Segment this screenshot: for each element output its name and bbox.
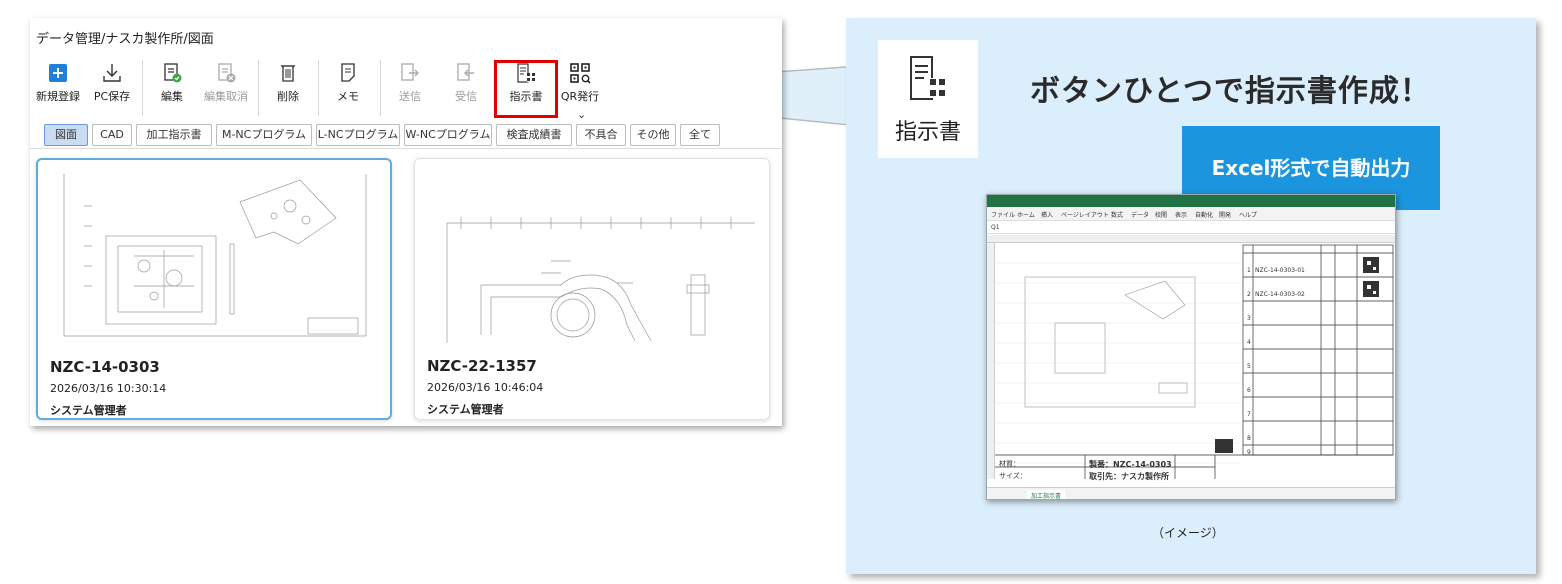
add-icon [49, 64, 67, 82]
card-title: NZC-22-1357 [427, 357, 537, 375]
send-button[interactable]: 送信 [384, 62, 436, 104]
edit-check-icon [164, 63, 182, 83]
ribbon-tab[interactable]: 開発 [1219, 210, 1231, 219]
download-icon [103, 64, 121, 82]
instruction-qr-icon [910, 56, 946, 100]
row-number: 6 [1247, 387, 1251, 394]
ribbon-tab[interactable]: ヘルプ [1239, 210, 1257, 219]
ribbon-tab[interactable]: 挿入 [1041, 210, 1053, 219]
receive-button[interactable]: 受信 [440, 62, 492, 104]
footer-part-number: 製番：NZC-14-0303 [1089, 460, 1172, 469]
toolbar-label: 受信 [455, 90, 477, 103]
memo-button[interactable]: メモ [322, 62, 374, 104]
toolbar-divider [318, 60, 319, 116]
tab-defect[interactable]: 不具合 [576, 124, 626, 146]
toolbar-divider [258, 60, 259, 116]
tab-drawing[interactable]: 図面 [44, 124, 88, 146]
instruction-button-highlight [494, 60, 558, 118]
row-number: 8 [1247, 435, 1251, 442]
new-register-button[interactable]: 新規登録 [32, 62, 84, 104]
sheet-grid [995, 244, 1394, 479]
tab-processing-instruction[interactable]: 加工指示書 [136, 124, 212, 146]
toolbar-label: 削除 [277, 90, 299, 103]
image-caption: （イメージ） [1152, 526, 1224, 540]
ribbon-tab[interactable]: 表示 [1175, 210, 1187, 219]
ribbon-tab[interactable]: データ [1131, 210, 1149, 219]
send-icon [401, 63, 419, 81]
tab-l-nc-program[interactable]: L-NCプログラム [316, 124, 400, 146]
toolbar-label: メモ [337, 90, 359, 103]
row-number: 4 [1247, 339, 1251, 346]
tab-all[interactable]: 全て [680, 124, 720, 146]
toolbar-divider [380, 60, 381, 116]
sheet-tab[interactable]: 加工指示書 [1027, 490, 1066, 499]
app-window: データ管理/ナスカ製作所/図面 新規登録 PC保存 編集 編集取消 削除 メモ … [30, 18, 782, 426]
toolbar-label: QR発行 [560, 90, 600, 103]
footer-material: 材質： [999, 460, 1020, 468]
headline: ボタンひとつで指示書作成！ [1030, 74, 1431, 109]
card-user: システム管理者 [50, 404, 127, 417]
ribbon-tab[interactable]: ページレイアウト [1061, 210, 1109, 219]
ribbon-tab[interactable]: 校閲 [1155, 210, 1167, 219]
tab-m-nc-program[interactable]: M-NCプログラム [216, 124, 312, 146]
row-headers [987, 243, 995, 479]
row-number: 5 [1247, 363, 1251, 370]
ribbon-tab[interactable]: ファイル [991, 210, 1015, 219]
toolbar-label: 新規登録 [36, 90, 80, 103]
row-number: 2 [1247, 291, 1251, 298]
row-number: 7 [1247, 411, 1251, 418]
ribbon-tab[interactable]: 数式 [1111, 210, 1123, 219]
toolbar-divider [142, 60, 143, 116]
excel-titlebar [987, 195, 1395, 207]
card-title: NZC-14-0303 [50, 358, 160, 376]
list-code: NZC-14-0303-02 [1255, 291, 1305, 298]
card-user: システム管理者 [427, 403, 504, 416]
icon-label: 指示書 [894, 120, 961, 145]
drawing-thumbnail [63, 174, 367, 337]
instruction-icon-card: 指示書 [878, 40, 978, 158]
ribbon-tab[interactable]: ホーム [1017, 210, 1035, 219]
drawing-thumbnail [446, 217, 755, 343]
row-number: 3 [1247, 315, 1251, 322]
drawing-card[interactable]: NZC-14-0303 2026/03/16 10:30:14 システム管理者 [36, 158, 392, 420]
toolbar-label: PC保存 [93, 90, 131, 103]
delete-button[interactable]: 削除 [262, 62, 314, 104]
breadcrumb: データ管理/ナスカ製作所/図面 [36, 32, 214, 47]
excel-ribbon: ファイル ホーム 挿入 ページレイアウト 数式 データ 校閲 表示 自動化 開発… [987, 207, 1395, 221]
memo-icon [341, 63, 355, 82]
card-datetime: 2026/03/16 10:46:04 [427, 381, 544, 394]
footer-size: サイズ： [999, 472, 1027, 480]
row-number: 9 [1247, 449, 1251, 456]
drawing-card[interactable]: NZC-22-1357 2026/03/16 10:46:04 システム管理者 [414, 158, 770, 420]
receive-icon [457, 63, 474, 81]
toolbar-label: 送信 [399, 90, 421, 103]
tabs-divider [30, 148, 782, 149]
trash-icon [281, 65, 295, 82]
footer-client: 取引先：ナスカ製作所 [1089, 472, 1169, 481]
toolbar-label: 編集取消 [204, 90, 248, 103]
sheet-tab-bar: 加工指示書 [987, 487, 1395, 499]
list-code: NZC-14-0303-01 [1255, 267, 1305, 274]
tab-inspection-report[interactable]: 検査成績書 [496, 124, 572, 146]
row-number: 1 [1247, 267, 1251, 274]
cell-reference[interactable]: Q1 [991, 224, 1000, 231]
edit-cancel-button[interactable]: 編集取消 [200, 62, 252, 104]
edit-cancel-icon [218, 63, 236, 83]
edit-button[interactable]: 編集 [146, 62, 198, 104]
card-datetime: 2026/03/16 10:30:14 [50, 382, 167, 395]
qr-issue-button[interactable]: QR発行 [554, 62, 606, 104]
tab-w-nc-program[interactable]: W-NCプログラム [404, 124, 492, 146]
pc-save-button[interactable]: PC保存 [86, 62, 138, 104]
formula-bar: Q1 [987, 222, 1395, 234]
column-headers [987, 235, 1395, 243]
toolbar: 新規登録 PC保存 編集 編集取消 削除 メモ 送信 受信 指示書 QR発行 [30, 54, 782, 122]
chevron-down-icon[interactable]: ⌄ [577, 108, 586, 121]
tab-cad[interactable]: CAD [92, 124, 132, 146]
tab-other[interactable]: その他 [630, 124, 676, 146]
qr-code-icon [570, 63, 591, 84]
toolbar-label: 編集 [161, 90, 183, 103]
excel-preview: ファイル ホーム 挿入 ページレイアウト 数式 データ 校閲 表示 自動化 開発… [986, 194, 1396, 500]
ribbon-tab[interactable]: 自動化 [1195, 210, 1213, 219]
